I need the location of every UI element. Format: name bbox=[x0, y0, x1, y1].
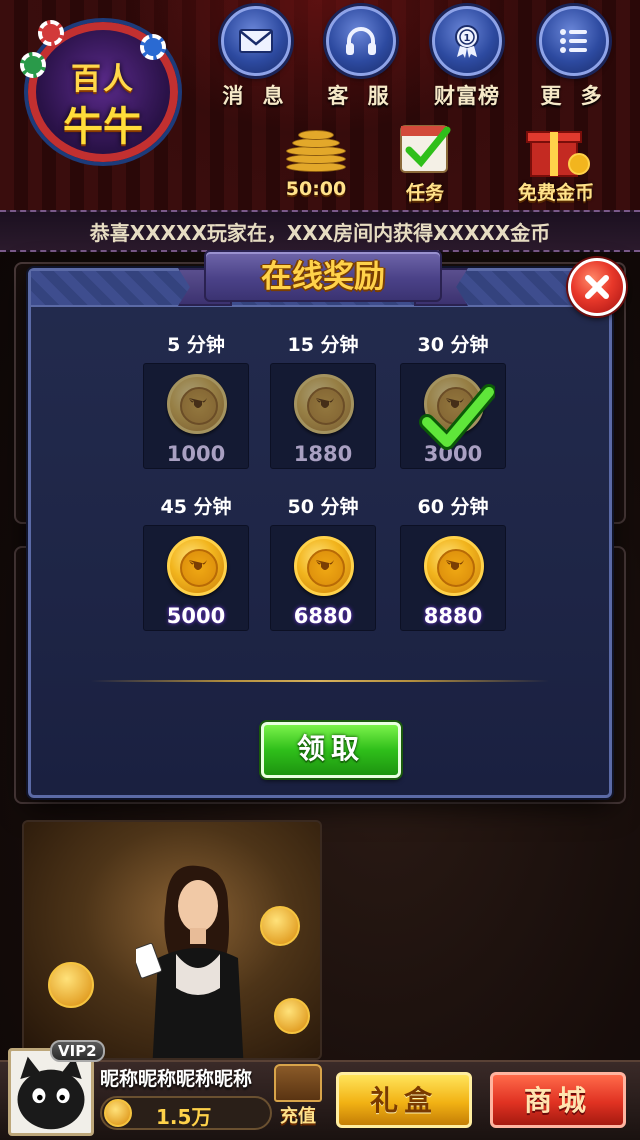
reward-time: 60 分钟 bbox=[417, 496, 489, 518]
shop-button[interactable]: 商城 bbox=[490, 1072, 626, 1128]
dialog-divider bbox=[91, 680, 549, 682]
reward-50min[interactable]: 50 分钟 6880 bbox=[270, 493, 376, 631]
gold-coin-icon bbox=[167, 536, 227, 596]
recharge-label: 充值 bbox=[280, 1106, 316, 1127]
reward-box: 6880 bbox=[270, 525, 376, 631]
wealth-ranking-label: 财富榜 bbox=[434, 84, 500, 108]
envelope-icon bbox=[221, 6, 291, 76]
gold-coin-icon bbox=[48, 962, 94, 1008]
customer-service-label: 客 服 bbox=[327, 84, 395, 108]
reward-box: 3000 bbox=[400, 363, 506, 469]
treasure-chest-icon bbox=[274, 1064, 322, 1102]
reward-30min[interactable]: 30 分钟 3000 bbox=[400, 331, 506, 469]
messages-label: 消 息 bbox=[222, 84, 290, 108]
claim-button[interactable]: 领取 bbox=[261, 722, 401, 778]
announcement-marquee: 恭喜XXXXX玩家在，XXX房间内获得XXXXX金币 bbox=[0, 210, 640, 252]
reward-time: 50 分钟 bbox=[287, 496, 359, 518]
gold-coin-icon bbox=[274, 998, 310, 1034]
cat-avatar-icon bbox=[17, 1056, 85, 1130]
claimed-checkmark-icon bbox=[419, 384, 495, 450]
reward-time: 45 分钟 bbox=[160, 496, 232, 518]
reward-amount: 8880 bbox=[423, 604, 483, 628]
customer-service-button[interactable]: 客 服 bbox=[321, 6, 401, 110]
dialog-title: 在线奖励 bbox=[204, 250, 442, 302]
bull-icon bbox=[446, 560, 464, 570]
reward-box: 5000 bbox=[143, 525, 249, 631]
svg-text:1: 1 bbox=[464, 33, 471, 44]
bull-icon bbox=[189, 560, 207, 570]
gold-amount: 1.5万 bbox=[156, 1105, 212, 1129]
reward-box: 1000 bbox=[143, 363, 249, 469]
announcement-text: 恭喜XXXXX玩家在，XXX房间内获得XXXXX金币 bbox=[89, 221, 551, 245]
close-button[interactable] bbox=[568, 258, 626, 316]
reward-time: 5 分钟 bbox=[167, 334, 225, 356]
reward-60min[interactable]: 60 分钟 8880 bbox=[400, 493, 506, 631]
online-reward-dialog: 5 分钟 1000 15 分钟 1880 30 分钟 3000 45 分钟 50… bbox=[28, 268, 612, 798]
gold-coin-icon bbox=[167, 374, 227, 434]
close-icon bbox=[585, 275, 609, 299]
online-reward-timer-button[interactable]: 50:00 bbox=[278, 118, 354, 200]
reward-amount: 1000 bbox=[166, 442, 226, 466]
player-nickname: 昵称昵称昵称昵称 bbox=[100, 1068, 253, 1090]
gift-box-button[interactable]: 礼盒 bbox=[336, 1072, 472, 1128]
logo-title-top: 百人 bbox=[71, 62, 135, 97]
free-coins-button[interactable]: 免费金币 bbox=[504, 118, 608, 205]
reward-amount: 6880 bbox=[293, 604, 353, 628]
tasks-label: 任务 bbox=[405, 182, 444, 204]
gift-box-icon bbox=[521, 118, 591, 178]
messages-button[interactable]: 消 息 bbox=[216, 6, 296, 110]
more-label: 更 多 bbox=[540, 84, 608, 108]
reward-15min[interactable]: 15 分钟 1880 bbox=[270, 331, 376, 469]
poker-chip-icon bbox=[38, 20, 64, 46]
vip-badge: VIP2 bbox=[50, 1040, 105, 1062]
wealth-ranking-button[interactable]: 1 财富榜 bbox=[427, 6, 507, 110]
bull-icon bbox=[189, 398, 207, 408]
dealer-character-image bbox=[136, 865, 244, 1058]
gold-coin-icon bbox=[294, 374, 354, 434]
reward-box: 1880 bbox=[270, 363, 376, 469]
gold-balance: 1.5万 bbox=[100, 1096, 272, 1130]
medal-icon: 1 bbox=[432, 6, 502, 76]
gold-coin-icon bbox=[424, 536, 484, 596]
dialog-title-ribbon: 在线奖励 bbox=[178, 250, 468, 312]
reward-5min[interactable]: 5 分钟 1000 bbox=[143, 331, 249, 469]
dealer-promo-banner[interactable] bbox=[22, 820, 322, 1060]
reward-time: 30 分钟 bbox=[417, 334, 489, 356]
free-coins-label: 免费金币 bbox=[517, 182, 594, 204]
more-button[interactable]: 更 多 bbox=[534, 6, 614, 110]
reward-box: 8880 bbox=[400, 525, 506, 631]
coin-stack-icon bbox=[278, 118, 354, 178]
game-logo: 百人 牛牛 bbox=[20, 20, 178, 162]
gold-coin-icon bbox=[294, 536, 354, 596]
gold-coin-icon bbox=[104, 1099, 132, 1127]
reward-time: 15 分钟 bbox=[287, 334, 359, 356]
list-icon bbox=[539, 6, 609, 76]
timer-countdown: 50:00 bbox=[285, 178, 347, 200]
headset-icon bbox=[326, 6, 396, 76]
tasks-button[interactable]: 任务 bbox=[392, 118, 458, 205]
recharge-button[interactable]: 充值 bbox=[272, 1064, 324, 1134]
bull-icon bbox=[316, 560, 334, 570]
reward-45min[interactable]: 45 分钟 5000 bbox=[143, 493, 249, 631]
task-calendar-icon bbox=[395, 118, 455, 178]
reward-amount: 5000 bbox=[166, 604, 226, 628]
bull-icon bbox=[316, 398, 334, 408]
gold-coin-icon bbox=[260, 906, 300, 946]
logo-title-bottom: 牛牛 bbox=[63, 103, 143, 150]
reward-amount: 1880 bbox=[293, 442, 353, 466]
